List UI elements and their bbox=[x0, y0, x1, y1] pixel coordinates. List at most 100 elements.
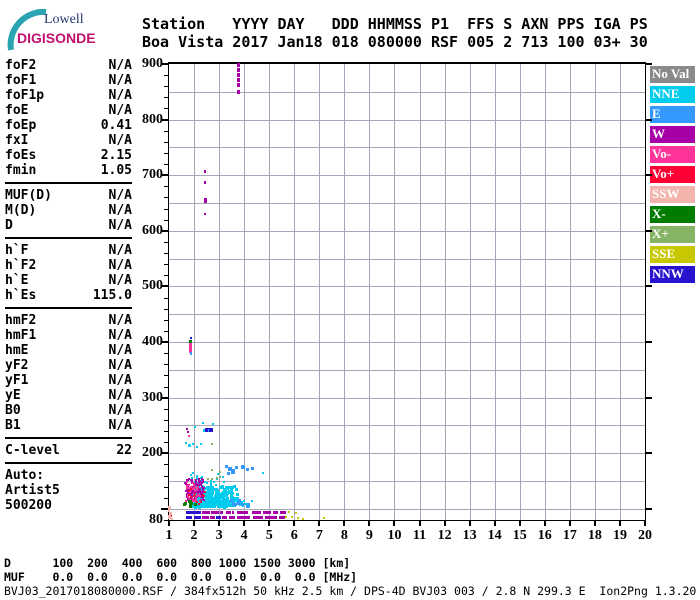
x-axis-label: 17 bbox=[562, 528, 577, 543]
echo-point bbox=[236, 83, 240, 88]
y-axis-minor-tick bbox=[164, 197, 168, 199]
echo-point bbox=[187, 443, 191, 447]
x-axis-label: 13 bbox=[462, 528, 477, 543]
grid-line-v bbox=[544, 64, 546, 520]
y-axis-label: 700 bbox=[142, 167, 163, 183]
param-value: 115.0 bbox=[92, 288, 132, 303]
y-axis-minor-tick bbox=[164, 253, 168, 255]
echo-point bbox=[221, 494, 225, 498]
echo-point bbox=[185, 486, 188, 489]
legend-item-no-val: No Val bbox=[650, 66, 695, 83]
param-value: N/A bbox=[108, 88, 132, 103]
param-label: h`F2 bbox=[5, 258, 37, 273]
param-label: foF2 bbox=[5, 58, 37, 73]
echo-point bbox=[199, 443, 202, 446]
y-axis-minor-tick bbox=[164, 141, 168, 143]
param-value: N/A bbox=[108, 313, 132, 328]
grid-line-h bbox=[169, 147, 645, 149]
param-row: foF1 N/A bbox=[5, 73, 132, 88]
y-axis-minor-tick bbox=[164, 130, 168, 132]
echo-point bbox=[236, 78, 240, 83]
grid-line-v bbox=[194, 64, 196, 520]
x-axis-label: 2 bbox=[190, 528, 198, 543]
echo-segment bbox=[221, 515, 228, 519]
y-axis-minor-tick bbox=[164, 475, 168, 477]
echo-point bbox=[204, 491, 207, 494]
echo-segment bbox=[185, 511, 202, 515]
x-axis-tick bbox=[243, 521, 246, 526]
echo-point bbox=[206, 481, 209, 484]
echo-point bbox=[198, 488, 201, 491]
x-axis-label: 18 bbox=[587, 528, 602, 543]
param-label: yE bbox=[5, 388, 21, 403]
x-axis-label: 6 bbox=[290, 528, 298, 543]
station-header-values: Boa Vista 2017 Jan18 018 080000 RSF 005 … bbox=[142, 33, 648, 51]
legend-item-x-: X- bbox=[650, 206, 695, 223]
grid-line-v bbox=[569, 64, 571, 520]
param-row: foF2 N/A bbox=[5, 58, 132, 73]
echo-point bbox=[188, 484, 191, 487]
x-axis-tick bbox=[193, 521, 196, 526]
grid-line-h bbox=[169, 508, 645, 510]
echo-segment bbox=[228, 515, 236, 519]
param-label: h`Es bbox=[5, 288, 37, 303]
grid-line-h bbox=[169, 258, 645, 260]
grid-line-v bbox=[419, 64, 421, 520]
param-value: N/A bbox=[108, 328, 132, 343]
y-axis-minor-tick bbox=[164, 419, 168, 421]
param-row: D N/A bbox=[5, 218, 132, 233]
x-axis-tick bbox=[568, 521, 571, 526]
y-axis-minor-tick bbox=[164, 386, 168, 388]
echo-point bbox=[205, 485, 208, 488]
param-value: N/A bbox=[108, 243, 132, 258]
grid-line-v bbox=[619, 64, 621, 520]
panel-divider bbox=[5, 437, 132, 439]
echo-point bbox=[215, 476, 218, 479]
param-row: C-level 22 bbox=[5, 443, 132, 458]
echo-point bbox=[297, 516, 300, 519]
echo-point bbox=[195, 446, 198, 449]
echo-point bbox=[246, 468, 250, 472]
param-value: N/A bbox=[108, 203, 132, 218]
echo-point bbox=[203, 495, 206, 498]
file-info-row: BVJ03_2017018080000.RSF / 384fx512h 50 k… bbox=[4, 584, 697, 598]
y-axis-minor-tick bbox=[164, 442, 168, 444]
x-axis-label: 10 bbox=[387, 528, 402, 543]
echo-point bbox=[189, 505, 193, 509]
param-label: B0 bbox=[5, 403, 21, 418]
panel-footer-line: 500200 bbox=[5, 498, 52, 513]
y-axis-right-tick bbox=[646, 285, 652, 288]
x-axis-tick bbox=[468, 521, 471, 526]
param-row: h`F2 N/A bbox=[5, 258, 132, 273]
param-value: N/A bbox=[108, 418, 132, 433]
echo-point bbox=[302, 518, 305, 521]
param-row: yF1 N/A bbox=[5, 373, 132, 388]
echo-point bbox=[241, 503, 245, 507]
echo-point bbox=[183, 502, 187, 506]
param-label: fxI bbox=[5, 133, 29, 148]
grid-line-h bbox=[169, 369, 645, 371]
y-axis-minor-tick bbox=[164, 264, 168, 266]
grid-line-h bbox=[169, 286, 645, 288]
legend-item-vo-: Vo+ bbox=[650, 166, 695, 183]
echo-point bbox=[218, 470, 221, 473]
echo-point bbox=[236, 492, 240, 496]
grid-line-v bbox=[444, 64, 446, 520]
y-axis-minor-tick bbox=[164, 431, 168, 433]
echo-point bbox=[225, 486, 229, 490]
digisonde-logo: Lowell DIGISONDE bbox=[6, 8, 116, 51]
grid-line-h bbox=[169, 481, 645, 483]
echo-point bbox=[208, 427, 213, 432]
param-label: foE bbox=[5, 103, 29, 118]
panel-divider bbox=[5, 182, 132, 184]
x-axis-label: 12 bbox=[437, 528, 452, 543]
param-label: D bbox=[5, 218, 13, 233]
param-label: h`F bbox=[5, 243, 29, 258]
legend-item-e: E bbox=[650, 106, 695, 123]
y-axis-label: 300 bbox=[142, 389, 163, 405]
echo-point bbox=[220, 485, 223, 488]
x-axis-tick bbox=[593, 521, 596, 526]
y-axis-minor-tick bbox=[164, 241, 168, 243]
y-axis-label: 800 bbox=[142, 111, 163, 127]
param-label: yF1 bbox=[5, 373, 29, 388]
